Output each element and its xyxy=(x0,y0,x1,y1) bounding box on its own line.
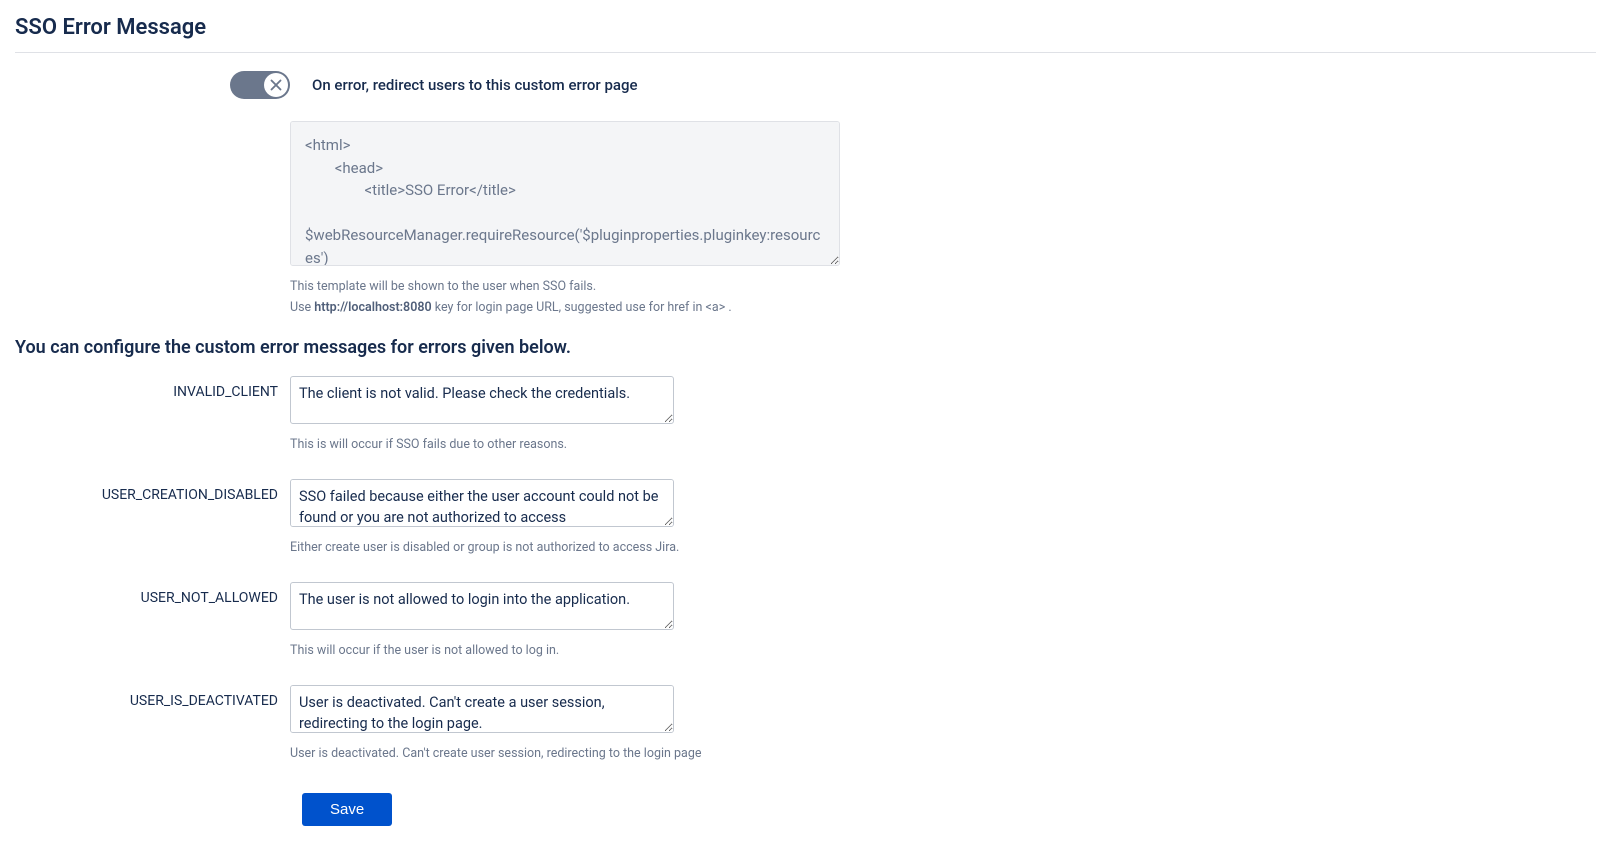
redirect-toggle[interactable] xyxy=(230,71,290,99)
user-is-deactivated-help: User is deactivated. Can't create user s… xyxy=(290,743,1596,764)
error-template-textarea[interactable] xyxy=(290,121,840,266)
user-not-allowed-group: USER_NOT_ALLOWED This will occur if the … xyxy=(15,582,1596,661)
user-not-allowed-label: USER_NOT_ALLOWED xyxy=(15,582,290,606)
toggle-knob xyxy=(264,73,288,97)
user-is-deactivated-group: USER_IS_DEACTIVATED User is deactivated.… xyxy=(15,685,1596,764)
user-creation-disabled-help: Either create user is disabled or group … xyxy=(290,537,1596,558)
close-icon xyxy=(270,79,282,91)
template-row: This template will be shown to the user … xyxy=(15,121,1596,319)
user-creation-disabled-group: USER_CREATION_DISABLED Either create use… xyxy=(15,479,1596,558)
template-help-url: http://localhost:8080 xyxy=(314,300,431,315)
subheading: You can configure the custom error messa… xyxy=(15,337,1596,358)
invalid-client-textarea[interactable] xyxy=(290,376,674,424)
divider xyxy=(15,52,1596,53)
invalid-client-label: INVALID_CLIENT xyxy=(15,376,290,400)
page-title: SSO Error Message xyxy=(15,15,1596,40)
invalid-client-group: INVALID_CLIENT This is will occur if SSO… xyxy=(15,376,1596,455)
template-help-line2-prefix: Use xyxy=(290,300,314,315)
user-creation-disabled-textarea[interactable] xyxy=(290,479,674,527)
user-creation-disabled-label: USER_CREATION_DISABLED xyxy=(15,479,290,503)
invalid-client-help: This is will occur if SSO fails due to o… xyxy=(290,434,1596,455)
user-is-deactivated-label: USER_IS_DEACTIVATED xyxy=(15,685,290,709)
user-not-allowed-textarea[interactable] xyxy=(290,582,674,630)
template-help: This template will be shown to the user … xyxy=(290,276,1596,319)
template-help-line1: This template will be shown to the user … xyxy=(290,279,596,294)
user-is-deactivated-textarea[interactable] xyxy=(290,685,674,733)
toggle-row: On error, redirect users to this custom … xyxy=(15,71,1596,99)
save-button[interactable]: Save xyxy=(302,793,392,826)
template-help-line2-suffix: key for login page URL, suggested use fo… xyxy=(432,300,732,315)
user-not-allowed-help: This will occur if the user is not allow… xyxy=(290,640,1596,661)
toggle-description: On error, redirect users to this custom … xyxy=(312,76,638,94)
